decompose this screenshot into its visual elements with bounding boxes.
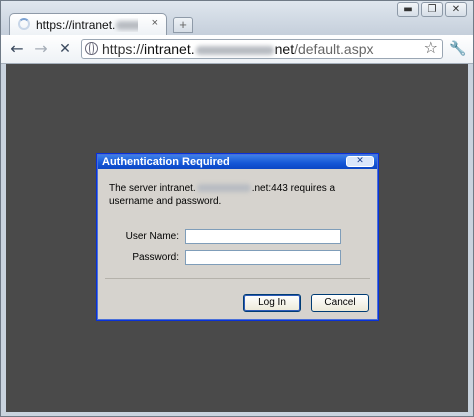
dialog-titlebar: Authentication Required ✕ <box>98 155 377 169</box>
maximize-button[interactable]: ❐ <box>421 2 443 17</box>
bookmark-star-icon[interactable]: ☆ <box>424 38 438 57</box>
browser-tab[interactable]: https://intranet. × <box>9 13 167 35</box>
password-input[interactable] <box>185 250 341 265</box>
address-url[interactable]: https://intranet. net/default.aspx <box>102 41 373 57</box>
address-bar[interactable]: https://intranet. net/default.aspx ☆ <box>81 38 443 59</box>
log-in-button[interactable]: Log In <box>243 294 301 312</box>
dialog-separator <box>105 278 370 279</box>
stop-button[interactable]: ✕ <box>55 39 75 59</box>
redacted-text <box>116 21 138 31</box>
wrench-menu-icon[interactable]: 🔧 <box>448 40 468 60</box>
browser-window: https://intranet. × + ▬ ❐ ✕ ← → ✕ https:… <box>0 0 474 417</box>
toolbar: ← → ✕ https://intranet. net/default.aspx … <box>1 35 473 64</box>
tab-close-icon[interactable]: × <box>152 17 158 29</box>
close-window-button[interactable]: ✕ <box>445 2 467 17</box>
username-label: User Name: <box>125 231 179 242</box>
redacted-text <box>195 45 274 55</box>
password-label: Password: <box>132 252 179 263</box>
minimize-button[interactable]: ▬ <box>397 2 419 17</box>
username-input[interactable] <box>185 229 341 244</box>
authentication-dialog: Authentication Required ✕ The server int… <box>96 153 379 321</box>
loading-spinner-icon <box>18 18 30 30</box>
redacted-text <box>196 184 251 193</box>
dialog-close-button[interactable]: ✕ <box>346 156 374 167</box>
tab-strip: https://intranet. × + ▬ ❐ ✕ <box>1 1 473 35</box>
back-button[interactable]: ← <box>7 39 27 59</box>
window-controls: ▬ ❐ ✕ <box>397 2 467 17</box>
dialog-title: Authentication Required <box>102 156 230 168</box>
cancel-button[interactable]: Cancel <box>311 294 369 312</box>
dialog-message: The server intranet. .net:443 requires a … <box>109 183 336 207</box>
forward-button[interactable]: → <box>31 39 51 59</box>
tab-title: https://intranet. <box>36 18 138 32</box>
new-tab-button[interactable]: + <box>173 17 193 33</box>
globe-icon <box>85 42 98 55</box>
